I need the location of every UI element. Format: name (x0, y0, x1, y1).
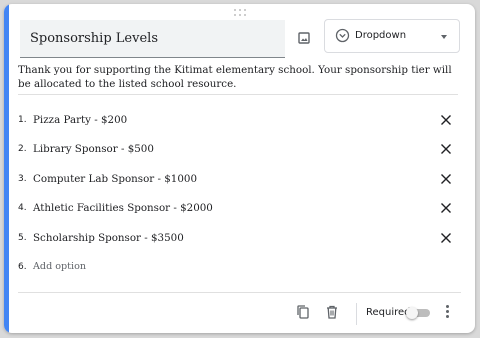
question-title-text: Sponsorship Levels (30, 31, 158, 46)
close-icon[interactable] (439, 231, 453, 245)
option-number: 1. (18, 115, 27, 125)
option-number: 5. (18, 233, 27, 243)
option-row[interactable]: 3. Computer Lab Sponsor - $1000 (18, 170, 458, 190)
dropdown-type-icon (335, 28, 350, 43)
required-label: Required (366, 307, 411, 318)
close-icon[interactable] (439, 113, 453, 127)
option-number: 6. (18, 262, 27, 272)
option-label[interactable]: Scholarship Sponsor - $3500 (33, 232, 184, 244)
image-icon (298, 32, 310, 44)
option-number: 3. (18, 174, 27, 184)
question-description[interactable]: Thank you for supporting the Kitimat ele… (18, 64, 458, 95)
drag-handle-icon[interactable] (234, 9, 248, 17)
option-label[interactable]: Athletic Facilities Sponsor - $2000 (33, 202, 213, 214)
option-row[interactable]: 5. Scholarship Sponsor - $3500 (18, 229, 458, 249)
add-option-row[interactable]: 6. Add option (18, 258, 458, 278)
option-label[interactable]: Pizza Party - $200 (33, 114, 127, 126)
option-row[interactable]: 4. Athletic Facilities Sponsor - $2000 (18, 199, 458, 219)
close-icon[interactable] (439, 142, 453, 156)
trash-icon (327, 305, 337, 319)
option-row[interactable]: 2. Library Sponsor - $500 (18, 140, 458, 160)
active-accent-bar (4, 4, 9, 333)
option-label[interactable]: Library Sponsor - $500 (33, 143, 154, 155)
question-type-label: Dropdown (355, 30, 407, 41)
question-title-input[interactable]: Sponsorship Levels (20, 20, 285, 58)
close-icon[interactable] (439, 201, 453, 215)
duplicate-button[interactable] (295, 304, 311, 320)
add-option-label[interactable]: Add option (33, 261, 86, 272)
question-card[interactable]: Sponsorship Levels Dropdown Thank you fo… (4, 4, 475, 333)
footer-separator (356, 303, 357, 325)
add-image-button[interactable] (294, 28, 314, 48)
option-row[interactable]: 1. Pizza Party - $200 (18, 111, 458, 131)
option-number: 2. (18, 144, 27, 154)
more-vert-icon[interactable] (444, 305, 450, 319)
delete-button[interactable] (324, 304, 340, 320)
footer-divider (18, 292, 461, 293)
required-toggle[interactable] (406, 307, 430, 319)
option-label[interactable]: Computer Lab Sponsor - $1000 (33, 173, 197, 185)
close-icon[interactable] (439, 172, 453, 186)
option-number: 4. (18, 203, 27, 213)
question-type-select[interactable]: Dropdown (324, 19, 460, 53)
duplicate-icon (297, 305, 309, 319)
chevron-down-icon (441, 35, 447, 39)
toggle-knob (406, 307, 418, 319)
